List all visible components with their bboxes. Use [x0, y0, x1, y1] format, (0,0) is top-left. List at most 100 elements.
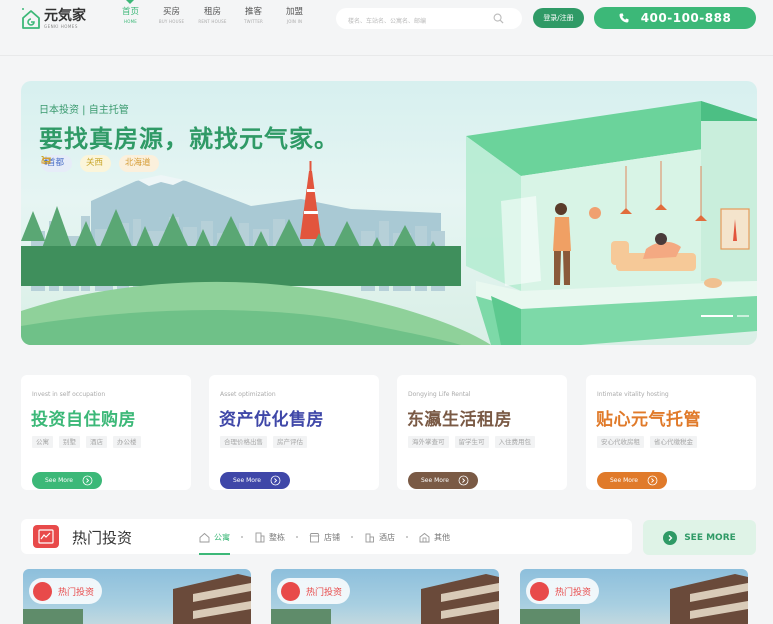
- service-card-asset[interactable]: Asset optimization 资产优化售房 合理价格出售 房产评估 Se…: [209, 375, 379, 490]
- tab-shop[interactable]: 店铺: [309, 528, 340, 546]
- service-card-rental[interactable]: Dongying Life Rental 东瀛生活租房 海外掌查可 留学生可 入…: [397, 375, 567, 490]
- logo-text: 元気家: [44, 8, 86, 24]
- badge-label: 热门投资: [555, 587, 592, 598]
- service-card-invest[interactable]: Invest in self occupation 投资自住购房 公寓 别墅 酒…: [21, 375, 191, 490]
- card-subtitle: Dongying Life Rental: [408, 391, 471, 398]
- card-tag: 省心代缴税金: [650, 436, 697, 448]
- arrow-right-icon: [82, 475, 93, 486]
- hero-banner[interactable]: 日本投资 | 自主托管 要找真房源，就找元气家。 首都 关西 北海道: [21, 81, 757, 345]
- section-title: 热门投资: [72, 529, 133, 547]
- card-tag: 海外掌查可: [408, 436, 449, 448]
- hot-investment-bar: 热门投资 公寓 整栋 店铺 酒店 其他: [21, 519, 632, 555]
- property-card[interactable]: 热门投资: [520, 569, 748, 624]
- phone-number: 400-100-888: [640, 11, 732, 25]
- hot-badge: 热门投资: [277, 578, 351, 604]
- card-tags: 合理价格出售 房产评估: [220, 436, 313, 448]
- tab-separator: [406, 536, 408, 538]
- card-tags: 海外掌查可 留学生可 入住费用包: [408, 436, 541, 448]
- see-more-button[interactable]: See More: [597, 472, 667, 489]
- card-tag: 办公楼: [113, 436, 141, 448]
- card-tag: 房产评估: [273, 436, 307, 448]
- card-tag: 入住费用包: [494, 436, 535, 448]
- logo-subtext: GENKI HOMES: [44, 24, 78, 29]
- slide-indicator[interactable]: [701, 315, 733, 317]
- thumbs-up-icon: [530, 581, 549, 601]
- banner-subtitle: 日本投资 | 自主托管: [39, 105, 129, 116]
- region-tag-kansai[interactable]: 关西: [41, 155, 112, 172]
- see-more-button[interactable]: SEE MORE: [643, 520, 756, 555]
- service-card-hosting[interactable]: Intimate vitality hosting 贴心元气托管 安心代收房租 …: [586, 375, 756, 490]
- see-more-label: SEE MORE: [684, 532, 736, 543]
- region-tag-hokkaido[interactable]: 北海道: [41, 155, 159, 172]
- logo-house-icon: [22, 8, 40, 29]
- car-icon: [41, 158, 51, 164]
- see-more-button[interactable]: See More: [408, 472, 478, 489]
- card-tag: 留学生可: [454, 436, 489, 448]
- property-card[interactable]: 热门投资: [271, 569, 499, 624]
- phone-button[interactable]: 400-100-888: [594, 7, 756, 29]
- phone-icon: [619, 13, 629, 23]
- nav-item-twitter[interactable]: 推客 TWITTER: [233, 6, 274, 26]
- hot-badge: 热门投资: [526, 578, 600, 604]
- arrow-right-icon: [270, 475, 281, 486]
- button-label: See More: [233, 477, 261, 484]
- nav-sublabel: HOME: [124, 19, 137, 24]
- header-divider: [0, 55, 773, 56]
- region-tag-label: 北海道: [125, 158, 151, 168]
- card-tags: 公寓 别墅 酒店 办公楼: [32, 436, 147, 448]
- arrow-right-circle-icon: [663, 530, 678, 545]
- tab-separator: [351, 536, 353, 538]
- badge-label: 热门投资: [58, 587, 95, 598]
- hot-chart-icon: [33, 525, 59, 548]
- card-title: 贴心元气托管: [596, 410, 701, 430]
- site-logo[interactable]: 元気家 GENKI HOMES: [20, 4, 90, 34]
- card-title: 资产优化售房: [219, 410, 324, 430]
- card-tag: 别墅: [59, 436, 80, 448]
- see-more-button[interactable]: See More: [220, 472, 290, 489]
- search-box: [336, 8, 522, 32]
- other-icon: [419, 532, 430, 542]
- tab-hotel[interactable]: 酒店: [364, 528, 395, 546]
- card-title: 东瀛生活租房: [407, 410, 512, 430]
- slide-indicator[interactable]: [737, 315, 749, 317]
- arrow-right-icon: [647, 475, 658, 486]
- banner-pagination: [701, 315, 753, 317]
- thumbs-up-icon: [281, 581, 300, 601]
- nav-sublabel: RENT HOUSE: [198, 19, 227, 24]
- tab-separator: [296, 536, 298, 538]
- button-label: See More: [610, 477, 638, 484]
- card-tag: 安心代收房租: [597, 436, 644, 448]
- nav-label: 首页: [121, 7, 139, 17]
- nav-sublabel: TWITTER: [243, 19, 264, 24]
- nav-label: 推客: [244, 7, 262, 17]
- hotel-icon: [365, 533, 374, 542]
- arrow-right-icon: [458, 475, 469, 486]
- thumbs-up-icon: [33, 581, 52, 601]
- region-tag-label: 关西: [86, 158, 104, 168]
- tab-building[interactable]: 整栋: [254, 528, 285, 546]
- card-subtitle: Asset optimization: [220, 391, 276, 398]
- search-icon[interactable]: [493, 13, 504, 24]
- login-register-button[interactable]: 登录/注册: [533, 8, 584, 28]
- tab-other[interactable]: 其他: [419, 528, 450, 546]
- card-tag: 酒店: [86, 436, 107, 448]
- banner-region-tags: 首都 关西 北海道: [41, 155, 167, 172]
- button-label: See More: [45, 477, 73, 484]
- nav-sublabel: BUY HOUSE: [158, 19, 185, 24]
- banner-title: 要找真房源，就找元气家。: [39, 125, 339, 153]
- tab-label: 整栋: [269, 532, 285, 542]
- property-card[interactable]: 热门投资: [23, 569, 251, 624]
- shop-icon: [309, 532, 320, 542]
- nav-item-home[interactable]: 首页 HOME: [110, 0, 151, 26]
- nav-item-buy[interactable]: 买房 BUY HOUSE: [151, 6, 192, 26]
- card-subtitle: Intimate vitality hosting: [597, 391, 669, 398]
- nav-item-join[interactable]: 加盟 JOIN IN: [274, 6, 315, 26]
- button-label: See More: [421, 477, 449, 484]
- card-tags: 安心代收房租 省心代缴税金: [597, 436, 703, 448]
- tab-label: 酒店: [379, 532, 395, 542]
- search-input[interactable]: [336, 11, 486, 32]
- tab-apartment[interactable]: 公寓: [199, 528, 230, 555]
- nav-item-rent[interactable]: 租房 RENT HOUSE: [192, 6, 233, 26]
- see-more-button[interactable]: See More: [32, 472, 102, 489]
- card-subtitle: Invest in self occupation: [32, 391, 106, 398]
